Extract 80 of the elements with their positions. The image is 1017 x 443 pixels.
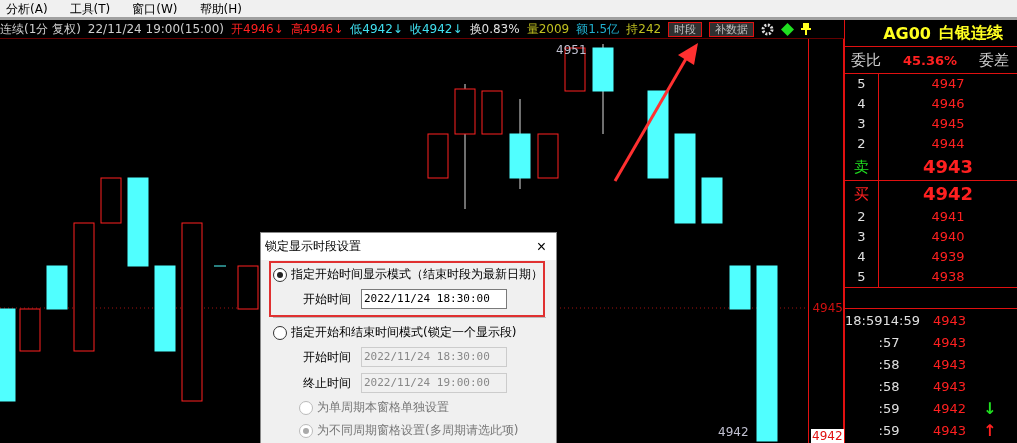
ratio-label: 委比 — [851, 50, 881, 70]
quote-field: 收4942↓ — [409, 20, 463, 38]
tick-time: :58 — [877, 356, 901, 372]
tick-time: :57 — [877, 334, 901, 350]
quote-field: 额1.5亿 — [576, 20, 620, 38]
bid-price: 4939 — [930, 248, 966, 266]
gear-icon[interactable] — [761, 22, 775, 36]
ask-price: 4944 — [930, 135, 966, 153]
chart-datetime: 22/11/24 19:00(15:00) — [87, 22, 225, 36]
diff-label: 委差 — [979, 50, 1009, 70]
symbol-name: 白银连续 — [939, 22, 1003, 44]
candlestick — [46, 265, 68, 310]
tick-price: 4943 — [933, 422, 968, 438]
pin-icon[interactable] — [801, 23, 812, 35]
trend-arrow: ↑ — [983, 420, 998, 440]
bid-price: 4941 — [930, 208, 966, 226]
bid-level: 5 — [845, 267, 879, 287]
bid-level: 2 — [845, 207, 879, 227]
candlestick — [537, 133, 559, 179]
radio-option[interactable]: 指定开始时间显示模式（结束时段为最新日期） — [273, 266, 556, 283]
menu-item[interactable]: 分析(A) — [6, 2, 48, 17]
ratio-value: 45.36% — [902, 52, 958, 68]
trend-arrow: ↓ — [983, 398, 998, 418]
tick-time: 18:5914:59 — [845, 312, 921, 328]
bid-price: 4940 — [930, 228, 966, 246]
field-label: 开始时间 — [303, 348, 351, 366]
tick-price: 4942 — [933, 400, 968, 416]
close-button[interactable]: × — [532, 237, 550, 256]
toolbar-button[interactable]: 时段 — [668, 21, 703, 37]
ask-price: 4946 — [930, 95, 966, 113]
quote-field: 量2009 — [526, 20, 570, 38]
ask-level: 3 — [845, 114, 879, 134]
menu-item[interactable]: 工具(T) — [69, 2, 111, 17]
field-label: 终止时间 — [303, 374, 351, 392]
bid-level: 3 — [845, 227, 879, 247]
candlestick — [729, 265, 751, 310]
bid-price: 4938 — [930, 268, 966, 286]
candlestick — [427, 133, 449, 179]
bid-level: 买 — [845, 181, 879, 207]
symbol-code: AG00 — [883, 23, 931, 43]
quote-field: 换0.83% — [469, 20, 520, 38]
ask-level: 5 — [845, 74, 879, 94]
tick-price: 4943 — [933, 378, 968, 394]
ask-price: 4945 — [930, 115, 966, 133]
ask-level: 4 — [845, 94, 879, 114]
tick-time: :59 — [877, 400, 901, 416]
price-tag: 4942 — [811, 429, 844, 443]
bid-level: 4 — [845, 247, 879, 267]
candlestick — [701, 177, 723, 224]
ask-price: 4943 — [921, 155, 975, 179]
tick-price: 4943 — [933, 334, 968, 350]
quote-field: 低4942↓ — [350, 20, 403, 38]
candlestick — [237, 265, 259, 310]
ask-level: 2 — [845, 134, 879, 154]
dialog-title: 锁定显示时段设置 — [265, 238, 361, 255]
chart-title: 连续(1分 复权) — [0, 20, 81, 38]
tick-price: 4943 — [933, 312, 968, 328]
candlestick — [19, 308, 41, 352]
diamond-icon[interactable] — [781, 22, 795, 36]
axis-label: 4945 — [812, 301, 843, 315]
toolbar-button[interactable]: 补数据 — [709, 21, 755, 37]
menu-item[interactable]: 窗口(W) — [132, 2, 178, 17]
datetime-field[interactable]: 2022/11/24 18:30:00 — [361, 289, 507, 309]
radio-option[interactable]: 指定开始和结束时间模式(锁定一个显示段) — [273, 324, 556, 341]
tick-time: :58 — [877, 378, 901, 394]
tick-price: 4943 — [933, 356, 968, 372]
candlestick — [213, 265, 227, 267]
candlestick — [100, 177, 122, 224]
menu-item[interactable]: 帮助(H) — [199, 2, 242, 17]
tick-time: :59 — [877, 422, 901, 438]
quote-field: 高4946↓ — [290, 20, 344, 38]
ask-level: 卖 — [845, 154, 879, 180]
bid-price: 4942 — [921, 182, 975, 206]
price-label: 4942 — [718, 425, 749, 439]
ask-price: 4947 — [930, 75, 966, 93]
quote-field: 开4946↓ — [231, 20, 284, 38]
field-label: 开始时间 — [303, 290, 351, 308]
quote-field: 持242 — [626, 20, 662, 38]
tick-time: 14:59 — [882, 312, 920, 328]
candlestick — [481, 90, 503, 135]
